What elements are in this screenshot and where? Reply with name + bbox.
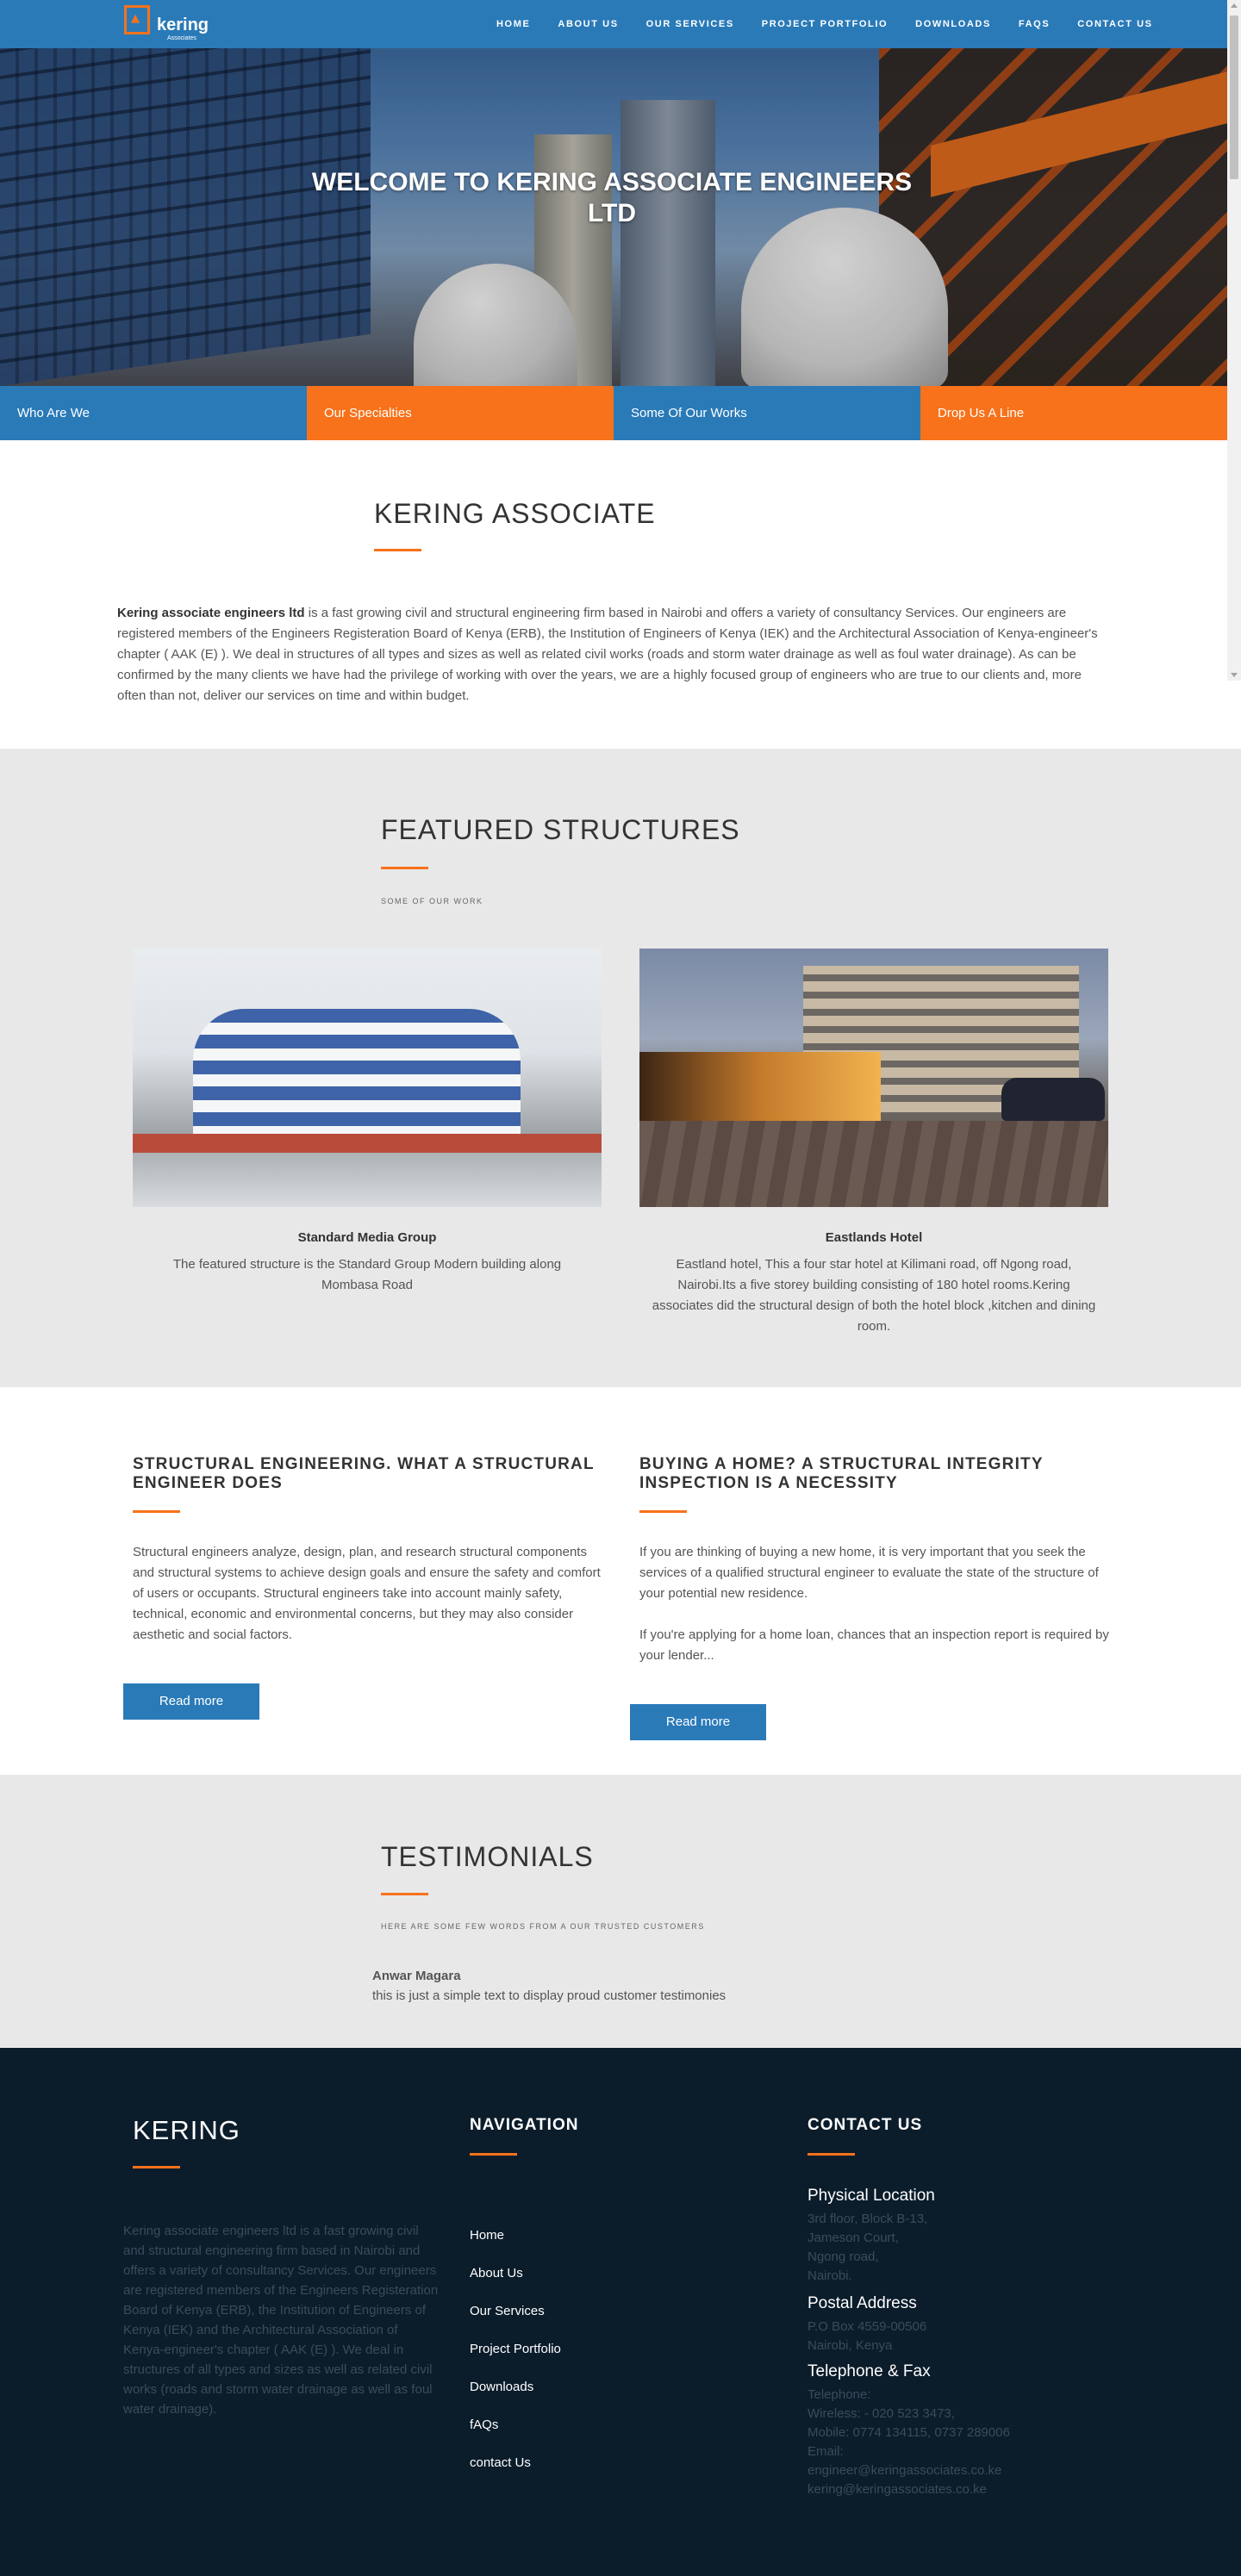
physical-line: 3rd floor, Block B-13, [808, 2212, 928, 2226]
postal-line: Nairobi, Kenya [808, 2338, 893, 2353]
title-underline [808, 2153, 855, 2156]
scroll-down-icon[interactable] [1231, 673, 1238, 677]
physical-line: Nairobi. [808, 2268, 852, 2283]
footer-link-home[interactable]: Home [470, 2217, 561, 2255]
footer-link-faqs[interactable]: fAQs [470, 2406, 561, 2444]
card-text: Eastland hotel, This a four star hotel a… [652, 1257, 1096, 1334]
article-text: Structural engineers analyze, design, pl… [133, 1545, 601, 1642]
logo-text: kering [157, 16, 209, 34]
physical-line: Ngong road, [808, 2249, 879, 2264]
article-text: If you are thinking of buying a new home… [639, 1545, 1099, 1601]
title-underline [639, 1510, 687, 1513]
card-title: Eastlands Hotel [825, 1230, 923, 1245]
footer-brand: KERING [133, 2115, 240, 2145]
nav-project-portfolio[interactable]: PROJECT PORTFOLIO [748, 0, 901, 48]
article-text: If you're applying for a home loan, chan… [639, 1627, 1109, 1663]
footer-contact-title: CONTACT US [808, 2116, 923, 2134]
phone-line: Telephone: [808, 2387, 871, 2402]
footer-nav-title: NAVIGATION [470, 2116, 579, 2134]
scroll-thumb[interactable] [1230, 16, 1238, 179]
tab-our-specialties[interactable]: Our Specialties [307, 386, 614, 440]
testimonials-title: TESTIMONIALS [381, 1841, 594, 1872]
nav-downloads[interactable]: DOWNLOADS [901, 0, 1005, 48]
nav-faqs[interactable]: FAQS [1005, 0, 1063, 48]
title-underline [133, 2166, 180, 2168]
hero-title: WELCOME TO KERING ASSOCIATE ENGINEERS LT… [311, 168, 913, 227]
footer-link-about-us[interactable]: About Us [470, 2255, 561, 2293]
physical-location-title: Physical Location [808, 2187, 935, 2205]
standard-media-image[interactable] [133, 949, 602, 1207]
testimonials-subtitle: HERE ARE SOME FEW WORDS FROM A OUR TRUST… [381, 1922, 705, 1931]
feature-tabs: Who Are We Our Specialties Some Of Our W… [0, 386, 1227, 440]
read-more-button[interactable]: Read more [630, 1704, 766, 1740]
phone-line: Wireless: - 020 523 3473, [808, 2406, 955, 2421]
intro-paragraph: Kering associate engineers ltd is a fast… [117, 606, 1098, 703]
postal-address-title: Postal Address [808, 2294, 917, 2312]
title-underline [133, 1510, 180, 1513]
email-link[interactable]: engineer@keringassociates.co.ke [808, 2461, 1001, 2480]
read-more-button[interactable]: Read more [123, 1683, 259, 1720]
testimonial-text: this is just a simple text to display pr… [372, 1988, 727, 2003]
tab-drop-us-a-line[interactable]: Drop Us A Line [920, 386, 1227, 440]
email-label: Email: [808, 2444, 844, 2459]
nav-about-us[interactable]: ABOUT US [544, 0, 632, 48]
nav-contact-us[interactable]: CONTACT US [1063, 0, 1166, 48]
testimonial-author: Anwar Magara [372, 1969, 461, 1983]
tab-who-are-we[interactable]: Who Are We [0, 386, 307, 440]
footer-link-contact-us[interactable]: contact Us [470, 2444, 561, 2482]
title-underline [381, 1893, 428, 1895]
main-menu: HOME ABOUT US OUR SERVICES PROJECT PORTF… [483, 0, 1167, 48]
telephone-fax-title: Telephone & Fax [808, 2362, 931, 2380]
page-scrollbar[interactable] [1227, 0, 1241, 681]
phone-line: Mobile: 0774 134115, 0737 289006 [808, 2425, 1010, 2440]
article-title: BUYING A HOME? A STRUCTURAL INTEGRITY IN… [639, 1455, 1044, 1492]
tab-some-of-our-works[interactable]: Some Of Our Works [614, 386, 920, 440]
hero-banner: WELCOME TO KERING ASSOCIATE ENGINEERS LT… [0, 48, 1227, 386]
physical-line: Jameson Court, [808, 2231, 899, 2245]
footer-link-downloads[interactable]: Downloads [470, 2368, 561, 2406]
footer-link-project-portfolio[interactable]: Project Portfolio [470, 2330, 561, 2368]
card-text: The featured structure is the Standard G… [172, 1257, 562, 1292]
testimonials-section [0, 1775, 1241, 2048]
site-logo[interactable]: ▲ kering Associates [121, 3, 209, 43]
card-title: Standard Media Group [297, 1230, 437, 1245]
article-title: STRUCTURAL ENGINEERING. WHAT A STRUCTURA… [133, 1455, 595, 1492]
featured-title: FEATURED STRUCTURES [381, 814, 740, 845]
top-navbar: ▲ kering Associates HOME ABOUT US OUR SE… [0, 0, 1227, 48]
email-link[interactable]: kering@keringassociates.co.ke [808, 2480, 987, 2499]
title-underline [374, 549, 421, 551]
footer-about-text: Kering associate engineers ltd is a fast… [123, 2224, 439, 2417]
postal-line: P.O Box 4559-00506 [808, 2319, 927, 2334]
title-underline [381, 867, 428, 869]
scroll-up-icon[interactable] [1231, 3, 1238, 8]
featured-subtitle: SOME OF OUR WORK [381, 897, 483, 905]
footer-link-our-services[interactable]: Our Services [470, 2293, 561, 2330]
logo-subtext: Associates [167, 35, 196, 41]
eastlands-hotel-image[interactable] [639, 949, 1108, 1207]
title-underline [470, 2153, 517, 2156]
nav-home[interactable]: HOME [483, 0, 544, 48]
nav-our-services[interactable]: OUR SERVICES [633, 0, 748, 48]
intro-title: KERING ASSOCIATE [374, 498, 656, 529]
footer-nav: Home About Us Our Services Project Portf… [470, 2217, 561, 2482]
